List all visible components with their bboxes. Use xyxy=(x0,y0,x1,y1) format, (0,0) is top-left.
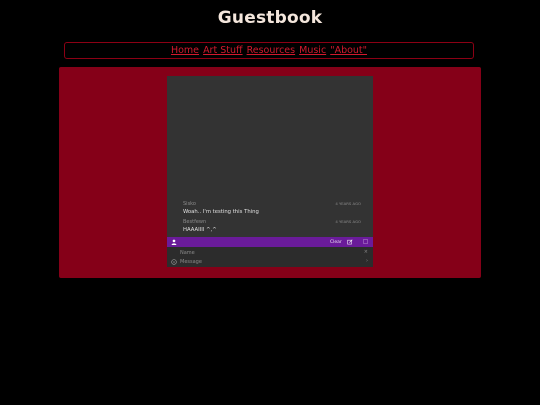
nav-link-resources[interactable]: Resources xyxy=(247,45,296,56)
nav-bar: Home Art Stuff Resources Music "About" xyxy=(64,42,474,59)
close-icon[interactable]: × xyxy=(364,249,368,255)
page-title: Guestbook xyxy=(217,8,323,28)
message-time: 4 YEARS AGO xyxy=(335,201,361,206)
send-icon[interactable]: › xyxy=(366,258,368,264)
name-input[interactable] xyxy=(180,248,360,257)
nav-link-music[interactable]: Music xyxy=(299,45,326,56)
message-row: › xyxy=(167,257,373,266)
square-icon[interactable] xyxy=(363,239,368,244)
nav-link-art-stuff[interactable]: Art Stuff xyxy=(203,45,242,56)
chat-message: Bestfewn 4 YEARS AGO HAAAIIII ^,^ xyxy=(183,219,365,233)
chat-toolbar: Clear xyxy=(167,237,373,247)
chat-input-area: × › xyxy=(167,247,373,267)
message-text: HAAAIIII ^,^ xyxy=(183,226,217,233)
message-input[interactable] xyxy=(180,257,360,266)
edit-icon[interactable] xyxy=(347,238,353,245)
nav-link-about[interactable]: "About" xyxy=(330,45,367,56)
user-icon[interactable] xyxy=(171,239,177,245)
name-row: × xyxy=(167,248,373,257)
message-time: 4 YEARS AGO xyxy=(335,219,361,224)
clear-button[interactable]: Clear xyxy=(330,240,342,245)
message-text: Woah.. I'm testing this Thing xyxy=(183,208,259,215)
smiley-icon[interactable] xyxy=(171,258,177,265)
nav-link-home[interactable]: Home xyxy=(171,45,199,56)
chat-message: Sisko 4 YEARS AGO Woah.. I'm testing thi… xyxy=(183,201,365,215)
chat-widget: Sisko 4 YEARS AGO Woah.. I'm testing thi… xyxy=(167,76,373,267)
